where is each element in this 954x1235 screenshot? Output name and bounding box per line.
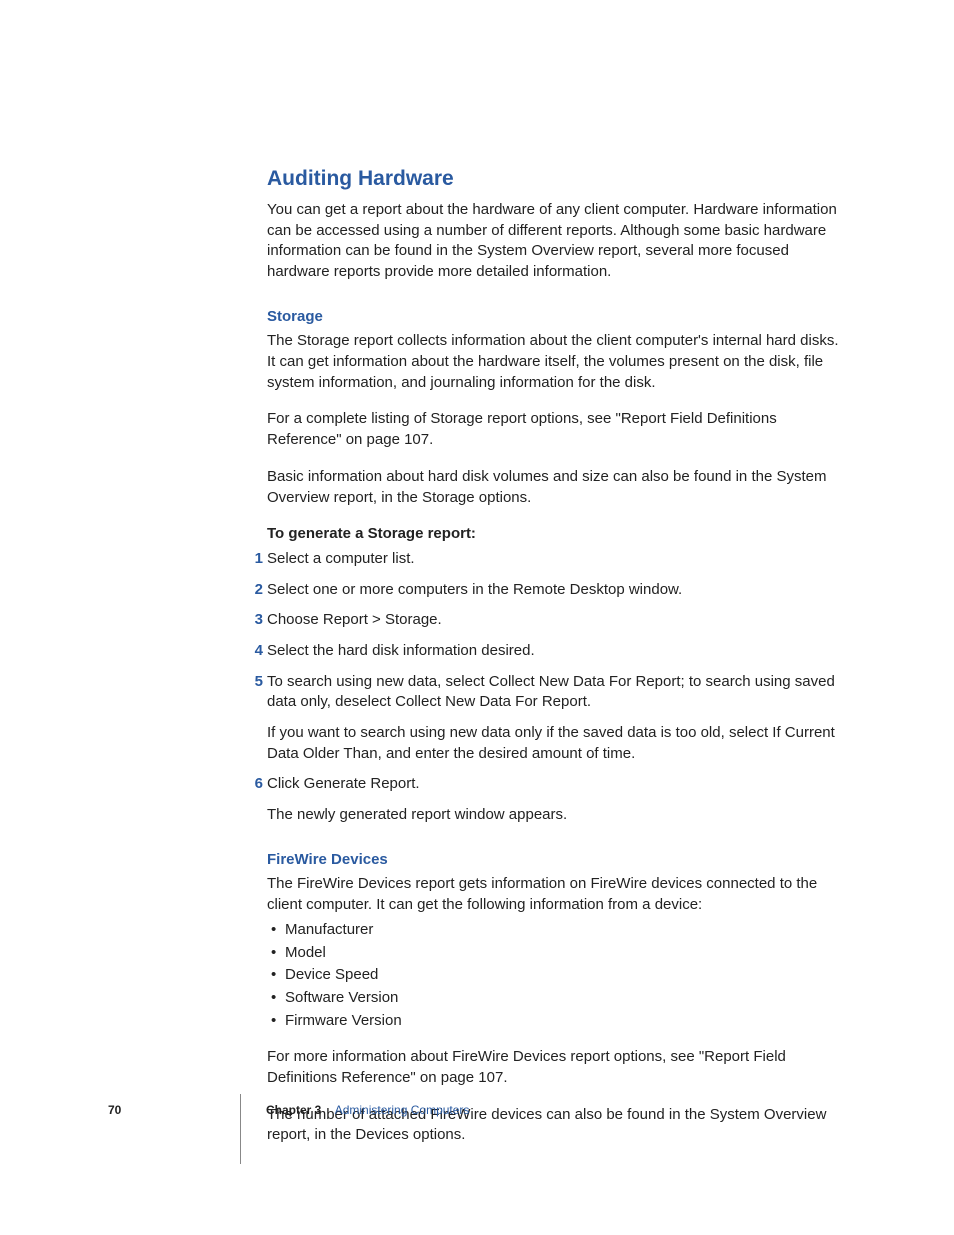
step-text: Select one or more computers in the Remo… — [267, 581, 682, 598]
storage-p3: Basic information about hard disk volume… — [267, 467, 847, 508]
storage-p1: The Storage report collects information … — [267, 331, 847, 393]
step-text: Select a computer list. — [267, 550, 415, 567]
step-text: To search using new data, select Collect… — [267, 673, 835, 711]
firewire-heading: FireWire Devices — [267, 850, 847, 871]
step-item: 4 Select the hard disk information desir… — [267, 641, 847, 662]
step-number: 2 — [249, 580, 263, 601]
footer-divider — [240, 1094, 241, 1164]
section-heading: Auditing Hardware — [267, 165, 847, 194]
step-number: 6 — [249, 774, 263, 795]
storage-heading: Storage — [267, 307, 847, 328]
firewire-p1: The FireWire Devices report gets informa… — [267, 874, 847, 915]
document-page: Auditing Hardware You can get a report a… — [0, 0, 954, 1235]
list-item: Model — [267, 943, 847, 964]
step-number: 1 — [249, 549, 263, 570]
step-text: Click Generate Report. — [267, 775, 420, 792]
step-item: 5 To search using new data, select Colle… — [267, 672, 847, 765]
step-number: 5 — [249, 672, 263, 693]
page-number: 70 — [108, 1102, 132, 1119]
step-number: 4 — [249, 641, 263, 662]
step-number: 3 — [249, 610, 263, 631]
step-extra: The newly generated report window appear… — [267, 805, 847, 826]
list-item: Software Version — [267, 988, 847, 1009]
step-text: Select the hard disk information desired… — [267, 642, 535, 659]
chapter-label: Chapter 3 — [266, 1103, 321, 1117]
list-item: Manufacturer — [267, 920, 847, 941]
body-column: Auditing Hardware You can get a report a… — [267, 165, 847, 1162]
step-item: 6 Click Generate Report. The newly gener… — [267, 774, 847, 825]
step-text: Choose Report > Storage. — [267, 611, 442, 628]
list-item: Firmware Version — [267, 1011, 847, 1032]
storage-howto-heading: To generate a Storage report: — [267, 524, 847, 545]
page-footer: 70 Chapter 3 Administering Computers — [108, 1102, 848, 1119]
footer-chapter: Chapter 3 Administering Computers — [266, 1102, 469, 1119]
storage-steps: 1 Select a computer list. 2 Select one o… — [267, 549, 847, 826]
firewire-bullets: Manufacturer Model Device Speed Software… — [267, 920, 847, 1031]
chapter-title: Administering Computers — [335, 1103, 470, 1117]
storage-p2: For a complete listing of Storage report… — [267, 409, 847, 450]
step-item: 3 Choose Report > Storage. — [267, 610, 847, 631]
intro-paragraph: You can get a report about the hardware … — [267, 200, 847, 283]
firewire-p2: For more information about FireWire Devi… — [267, 1047, 847, 1088]
step-item: 1 Select a computer list. — [267, 549, 847, 570]
step-item: 2 Select one or more computers in the Re… — [267, 580, 847, 601]
step-extra: If you want to search using new data onl… — [267, 723, 847, 764]
list-item: Device Speed — [267, 965, 847, 986]
